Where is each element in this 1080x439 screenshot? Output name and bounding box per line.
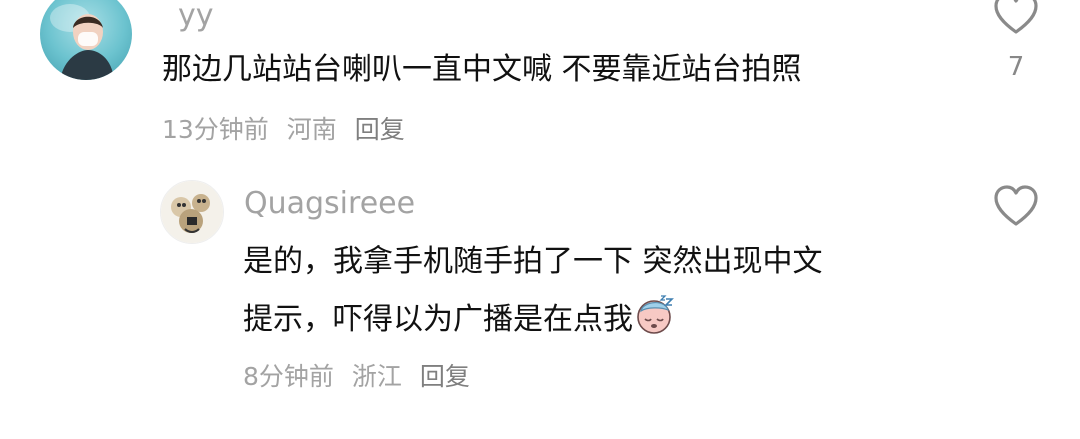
comment-location: 浙江	[351, 362, 402, 391]
reply-button[interactable]: 回复	[355, 115, 405, 144]
like-button[interactable]	[992, 0, 1040, 36]
comment-text-line-2-text: 提示，吓得以为广播是在点我	[243, 302, 633, 337]
comment-meta: 8分钟前 浙江 回复	[243, 357, 480, 393]
comment-text-line-2: 提示，吓得以为广播是在点我	[243, 295, 677, 348]
comment-meta: 13分钟前 河南 回复	[162, 110, 415, 146]
like-button[interactable]	[992, 184, 1040, 228]
reply-button[interactable]: 回复	[420, 362, 470, 391]
heart-outline-icon	[994, 0, 1038, 34]
sleepy-face-emoji-icon	[635, 295, 677, 348]
comment-item: yy 那边几站站台喇叭一直中文喊 不要靠近站台拍照 13分钟前 河南 回复 7	[0, 0, 1080, 160]
avatar[interactable]	[160, 180, 224, 244]
heart-outline-icon	[994, 185, 1038, 226]
comment-text: 那边几站站台喇叭一直中文喊 不要靠近站台拍照	[162, 52, 802, 87]
comment-username[interactable]: Quagsireee	[244, 186, 415, 221]
comment-time: 13分钟前	[162, 115, 269, 144]
comment-location: 河南	[286, 115, 337, 144]
comment-text-line-1: 是的，我拿手机随手拍了一下 突然出现中文	[243, 244, 823, 279]
avatar[interactable]	[40, 0, 132, 80]
comment-time: 8分钟前	[243, 362, 334, 391]
comment-username[interactable]: yy	[178, 0, 214, 33]
like-count: 7	[1007, 52, 1025, 82]
reply-comment-item: Quagsireee 是的，我拿手机随手拍了一下 突然出现中文 提示，吓得以为广…	[0, 170, 1080, 439]
